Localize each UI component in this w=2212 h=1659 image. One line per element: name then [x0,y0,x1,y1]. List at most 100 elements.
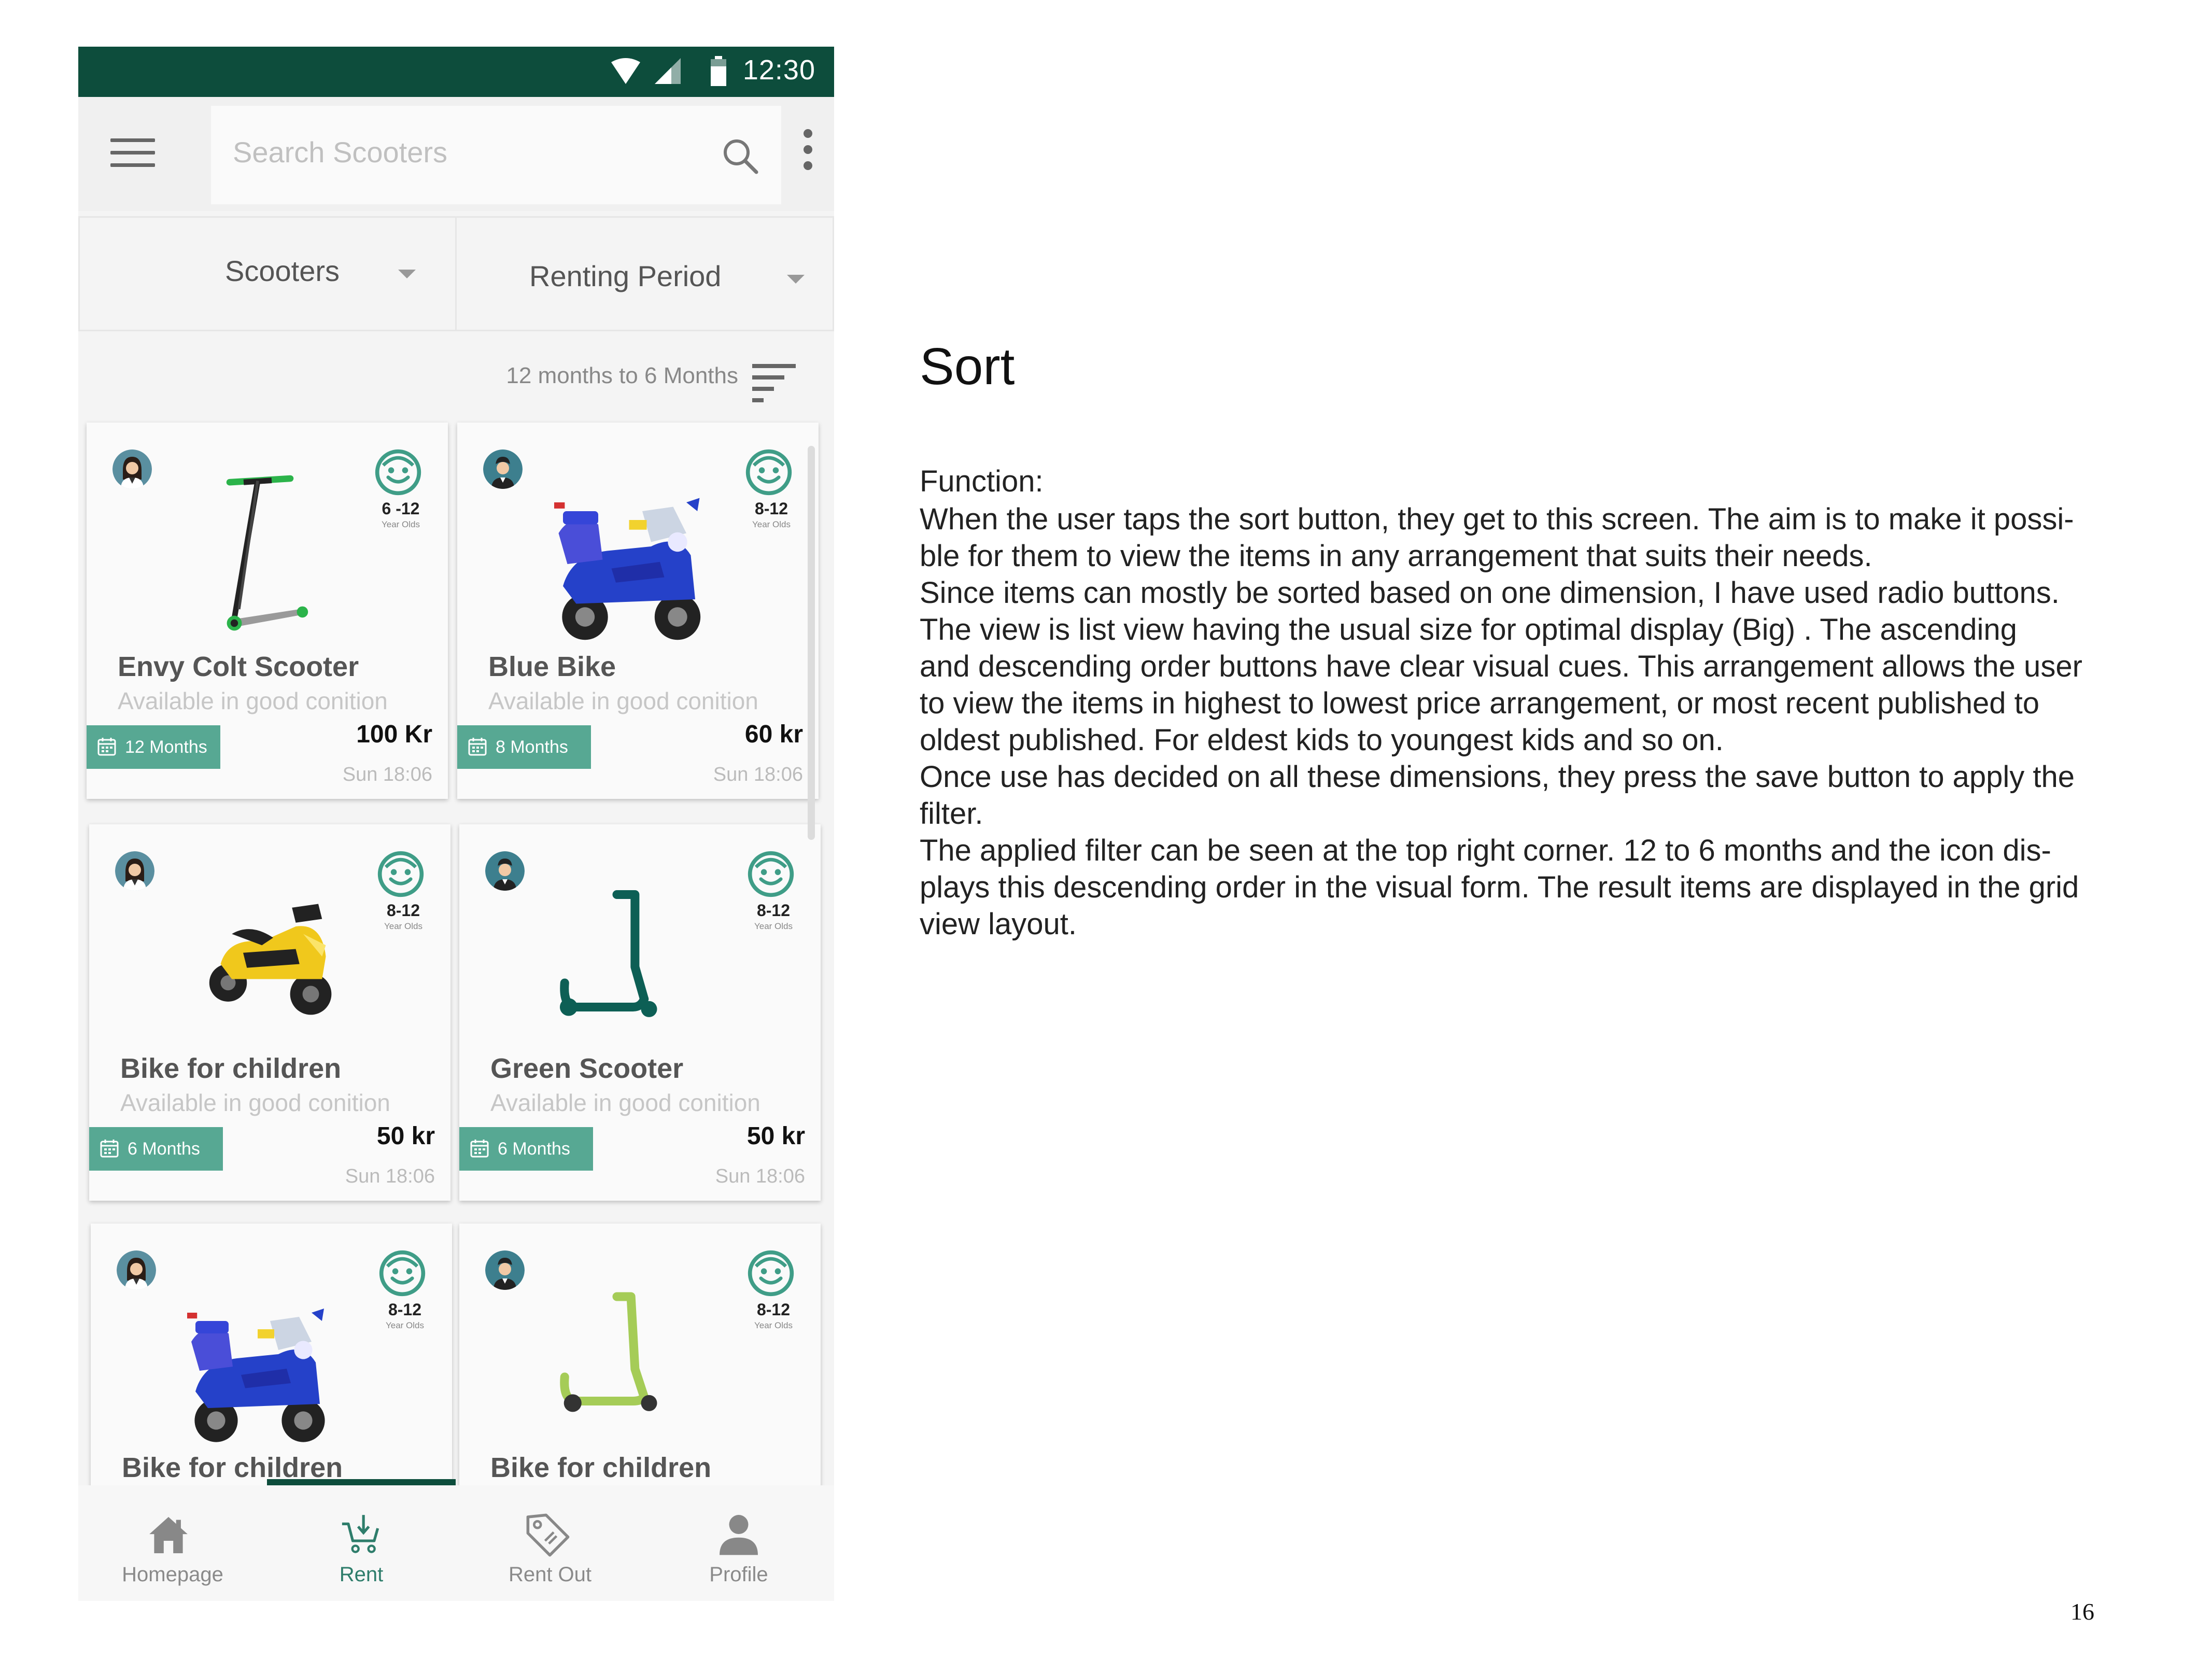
rental-period-badge: 6 Months [459,1127,593,1171]
blue-motorbike-image [179,1296,345,1462]
age-range-unit: Year Olds [754,921,793,931]
age-range-unit: Year Olds [385,1320,424,1330]
product-price: 50 kr [746,1122,805,1150]
nav-rent[interactable]: Rent [267,1485,456,1601]
nav-homepage[interactable]: Homepage [78,1485,267,1601]
more-options-button[interactable] [800,129,815,176]
menu-line-icon [110,163,155,167]
product-title: Envy Colt Scooter [118,651,359,682]
owner-avatar [112,449,152,489]
product-card[interactable]: 8-12 Year Olds Blue Bike Available in go… [457,423,819,799]
age-range: 8-12 Year Olds [386,1300,424,1331]
owner-avatar [485,851,525,891]
category-dropdown-label: Scooters [225,255,340,287]
filter-row: Scooters Renting Period [78,216,834,331]
product-description: Available in good conition [118,687,388,714]
product-title: Bike for children [490,1452,712,1483]
rental-period-value: 6 Months [498,1139,570,1159]
description-line: view layout. [920,907,1077,941]
description-line: filter. [920,797,983,831]
sort-descending-icon[interactable] [752,363,799,410]
nav-label: Rent Out [508,1563,592,1586]
page-number: 16 [2070,1598,2094,1625]
wifi-icon [611,58,640,84]
tag-icon [526,1513,570,1557]
function-description: When the user taps the sort button, they… [920,501,2091,943]
kid-face-icon [746,1248,796,1298]
posted-time: Sun 18:06 [342,764,432,785]
age-range-value: 8-12 [756,901,790,920]
age-range-unit: Year Olds [754,1320,793,1330]
rental-period-value: 12 Months [125,737,207,757]
home-icon [149,1517,188,1553]
age-range-unit: Year Olds [752,519,791,529]
search-box [211,106,781,204]
status-bar: 12:30 [78,47,834,97]
calendar-icon [470,1138,489,1158]
age-range: 8-12 Year Olds [754,1300,793,1331]
slide-title: Sort [920,338,1015,396]
chevron-down-icon [787,275,805,284]
age-range-value: 8-12 [756,1300,790,1319]
description-line: Once use has decided on all these dimens… [920,760,2075,794]
nav-profile[interactable]: Profile [644,1485,833,1601]
dot-icon [803,161,812,170]
battery-icon [711,56,726,86]
nav-rent-out[interactable]: Rent Out [456,1485,644,1601]
product-card[interactable]: 6 -12 Year Olds Envy Colt Scooter Availa… [87,423,448,799]
nav-label: Homepage [122,1563,223,1586]
posted-time: Sun 18:06 [715,1165,805,1187]
nav-label: Profile [709,1563,768,1586]
description-line: plays this descending order in the visua… [920,870,2079,904]
description-line: The view is list view having the usual s… [920,613,2017,646]
product-price: 50 kr [376,1122,435,1150]
menu-button[interactable] [110,138,155,167]
phone-screen: 12:30 Scooters Renting Period 12 [78,47,834,1601]
age-range-value: 8-12 [754,499,788,518]
product-description: Available in good conition [490,1089,760,1116]
status-time: 12:30 [742,54,815,86]
product-price: 100 Kr [356,721,432,748]
dot-icon [803,145,812,154]
nav-label: Rent [339,1563,384,1586]
product-card[interactable]: 8-12 Year Olds Bike for children Availab… [89,824,450,1201]
owner-avatar [117,1250,156,1290]
chevron-down-icon [398,270,416,278]
function-heading: Function: [920,465,1044,498]
kid-face-icon [744,447,794,497]
yellow-motorbike-image [198,881,348,1032]
product-title: Bike for children [120,1053,342,1084]
description-line: ble for them to view the items in any ar… [920,539,1872,573]
renting-period-dropdown[interactable]: Renting Period [455,216,834,331]
product-title: Blue Bike [488,651,616,682]
age-range-value: 8-12 [388,1300,421,1319]
category-dropdown[interactable]: Scooters [78,216,457,331]
kid-face-icon [377,1248,427,1298]
kid-face-icon [746,849,796,899]
product-card[interactable]: 8-12 Year Olds Green Scooter Available i… [459,824,821,1201]
description-line: When the user taps the sort button, they… [920,502,2074,536]
cart-icon [342,1515,379,1553]
description-line: The applied filter can be seen at the to… [920,834,2051,867]
product-description: Available in good conition [488,687,758,714]
product-price: 60 kr [744,721,803,748]
rental-period-value: 8 Months [496,737,568,757]
signal-icon [655,58,681,84]
calendar-icon [97,737,117,756]
scrollbar-thumb[interactable] [808,446,815,840]
sort-bar: 12 months to 6 Months [78,337,834,415]
owner-avatar [483,449,523,489]
rental-period-badge: 6 Months [89,1127,223,1171]
light-green-scooter-image [553,1281,713,1441]
search-input[interactable] [232,131,700,173]
owner-avatar [115,851,154,891]
applied-sort-label: 12 months to 6 Months [506,363,738,388]
search-icon[interactable] [720,136,762,177]
age-range: 8-12 Year Olds [754,901,793,932]
dot-icon [803,129,812,138]
age-range-unit: Year Olds [384,921,422,931]
kid-face-icon [376,849,426,899]
product-description: Available in good conition [120,1089,390,1116]
rental-period-badge: 12 Months [87,725,220,769]
menu-line-icon [110,138,155,142]
